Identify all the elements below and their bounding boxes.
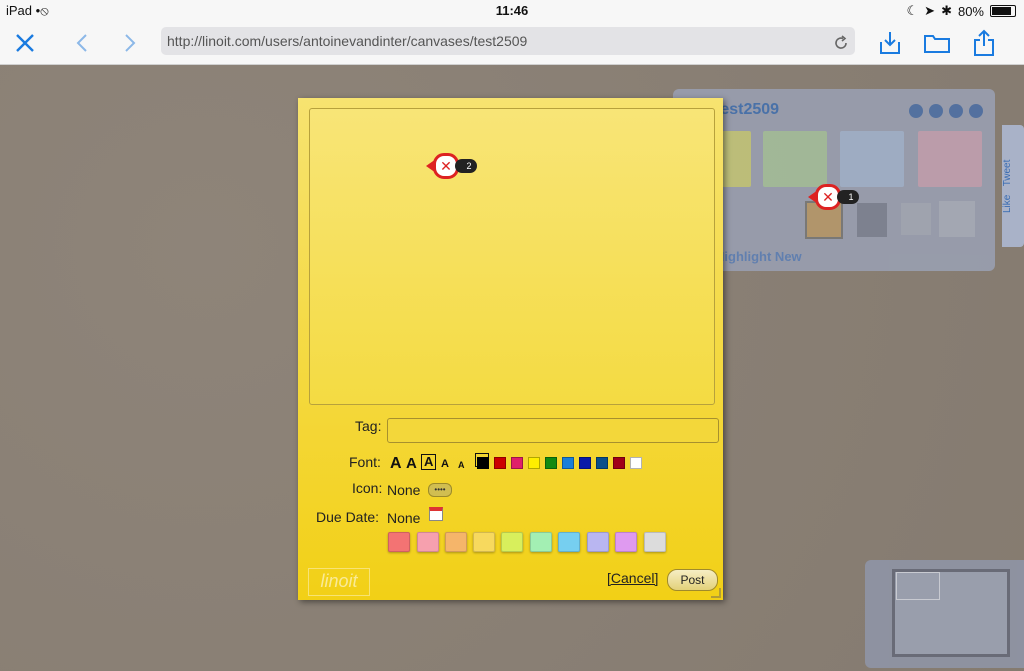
video-icon[interactable]	[857, 203, 887, 237]
power-icon[interactable]	[949, 104, 963, 118]
minimap[interactable]	[865, 560, 1024, 668]
sticky-stack-blue[interactable]	[840, 131, 904, 187]
tweet-label[interactable]: Tweet	[1002, 159, 1013, 186]
status-right: ☾ ➤ ✱ 80%	[906, 3, 1016, 19]
note-color-yellow[interactable]	[473, 532, 495, 552]
cancel-link[interactable]: [Cancel]	[607, 570, 658, 586]
share-icon[interactable]	[970, 28, 998, 58]
sticky-stack-green[interactable]	[763, 131, 827, 187]
font-color-white[interactable]	[630, 457, 642, 469]
close-marker-1[interactable]: ✕ 1	[808, 184, 859, 210]
note-color-pink[interactable]	[417, 532, 439, 552]
url-text: http://linoit.com/users/antoinevandinter…	[167, 33, 528, 49]
panel-icons	[909, 104, 983, 118]
clock: 11:46	[495, 3, 529, 18]
marker-count: 1	[837, 190, 859, 204]
note-text-area[interactable]	[309, 108, 715, 405]
moon-icon: ☾	[906, 3, 919, 18]
note-color-lavender[interactable]	[587, 532, 609, 552]
attachment-icon[interactable]	[901, 203, 931, 235]
tag-label: Tag:	[355, 418, 382, 434]
address-bar[interactable]: http://linoit.com/users/antoinevandinter…	[161, 27, 855, 55]
more-icon[interactable]: ••••	[428, 483, 452, 497]
font-color-maroon[interactable]	[613, 457, 625, 469]
font-color-pink[interactable]	[511, 457, 523, 469]
calendar-icon[interactable]	[429, 507, 443, 521]
font-color-blue[interactable]	[579, 457, 591, 469]
note-color-violet[interactable]	[615, 532, 637, 552]
note-color-red[interactable]	[388, 532, 410, 552]
battery-icon	[990, 5, 1016, 17]
close-marker-2[interactable]: ✕ 2	[426, 153, 477, 179]
tag-input[interactable]	[387, 418, 719, 443]
font-size-xl-icon[interactable]: A	[390, 455, 402, 473]
font-size-xs-icon[interactable]: A	[458, 460, 465, 470]
icon-label: Icon:	[352, 480, 383, 496]
canvas-title: test2509	[715, 101, 780, 118]
highlight-new-link[interactable]: Highlight New	[715, 249, 802, 264]
location-icon: ➤	[924, 3, 936, 18]
status-bar: iPad •⦸ 11:46 ☾ ➤ ✱ 80%	[0, 0, 1024, 22]
note-color-gray[interactable]	[644, 532, 666, 552]
forward-icon[interactable]	[118, 28, 142, 58]
bluetooth-icon: ✱	[941, 3, 952, 18]
back-icon[interactable]	[70, 28, 94, 58]
close-icon[interactable]	[10, 28, 40, 58]
due-date-value: None	[387, 510, 421, 526]
font-color-green[interactable]	[545, 457, 557, 469]
browser-toolbar: http://linoit.com/users/antoinevandinter…	[0, 22, 1024, 65]
sticky-note-editor: Tag: Font: A A A A A Icon: None •••• Due…	[298, 98, 723, 600]
info-icon[interactable]	[909, 104, 923, 118]
due-date-label: Due Date:	[316, 509, 380, 525]
help-icon[interactable]	[929, 104, 943, 118]
cancel-link-text[interactable]: [Cancel]	[607, 570, 658, 586]
resize-handle-icon[interactable]	[711, 588, 721, 598]
download-icon[interactable]	[876, 28, 904, 58]
folder-icon[interactable]	[922, 28, 952, 58]
font-color-navy[interactable]	[596, 457, 608, 469]
blank-note-icon[interactable]	[939, 201, 975, 237]
note-color-lime[interactable]	[501, 532, 523, 552]
marker-count: 2	[455, 159, 477, 173]
font-size-selected-icon[interactable]: A	[421, 454, 437, 470]
font-size-l-icon[interactable]: A	[406, 455, 417, 472]
note-color-sky[interactable]	[558, 532, 580, 552]
font-color-sky[interactable]	[562, 457, 574, 469]
sticky-stack-pink[interactable]	[918, 131, 982, 187]
icon-value: None	[387, 482, 421, 498]
font-color-red[interactable]	[494, 457, 506, 469]
like-label[interactable]: Like	[1002, 194, 1013, 212]
font-label: Font:	[349, 454, 381, 470]
reload-icon[interactable]	[833, 32, 849, 60]
note-color-orange[interactable]	[445, 532, 467, 552]
linoit-logo: linoit	[308, 568, 370, 596]
note-color-mint[interactable]	[530, 532, 552, 552]
font-size-s-icon[interactable]: A	[441, 458, 449, 470]
social-sidebar[interactable]: Like Tweet	[1002, 125, 1024, 247]
font-color-yellow[interactable]	[528, 457, 540, 469]
battery-label: 80%	[957, 3, 984, 19]
font-color-black[interactable]	[477, 457, 489, 469]
minimap-current-frame[interactable]	[896, 572, 940, 600]
settings-icon[interactable]	[969, 104, 983, 118]
